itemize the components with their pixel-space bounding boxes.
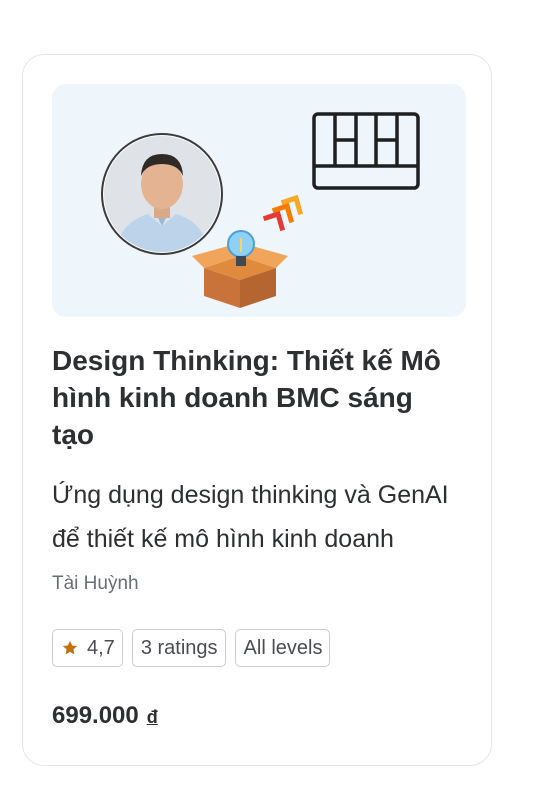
rating-value: 4,7 [87, 636, 115, 659]
star-icon [61, 639, 79, 657]
course-card[interactable]: Design Thinking: Thiết kế Mô hình kinh d… [22, 54, 492, 766]
price-value: 699.000 [52, 702, 139, 729]
rating-badge: 4,7 [52, 629, 123, 667]
instructor-name: Tài Huỳnh [52, 573, 139, 594]
level-badge: All levels [234, 629, 331, 667]
arrows-icon [262, 194, 304, 232]
instructor-avatar [101, 133, 223, 255]
price-currency: đ [146, 707, 158, 727]
course-subtitle: Ứng dụng design thinking và GenAI để thi… [52, 481, 449, 553]
course-badges: 4,7 3 ratings All levels [52, 629, 331, 667]
canvas-grid-icon [312, 112, 420, 190]
course-title[interactable]: Design Thinking: Thiết kế Mô hình kinh d… [52, 342, 462, 453]
course-price: 699.000 đ [52, 702, 158, 730]
course-thumbnail[interactable] [52, 84, 466, 317]
ratings-count-badge: 3 ratings [131, 629, 226, 667]
